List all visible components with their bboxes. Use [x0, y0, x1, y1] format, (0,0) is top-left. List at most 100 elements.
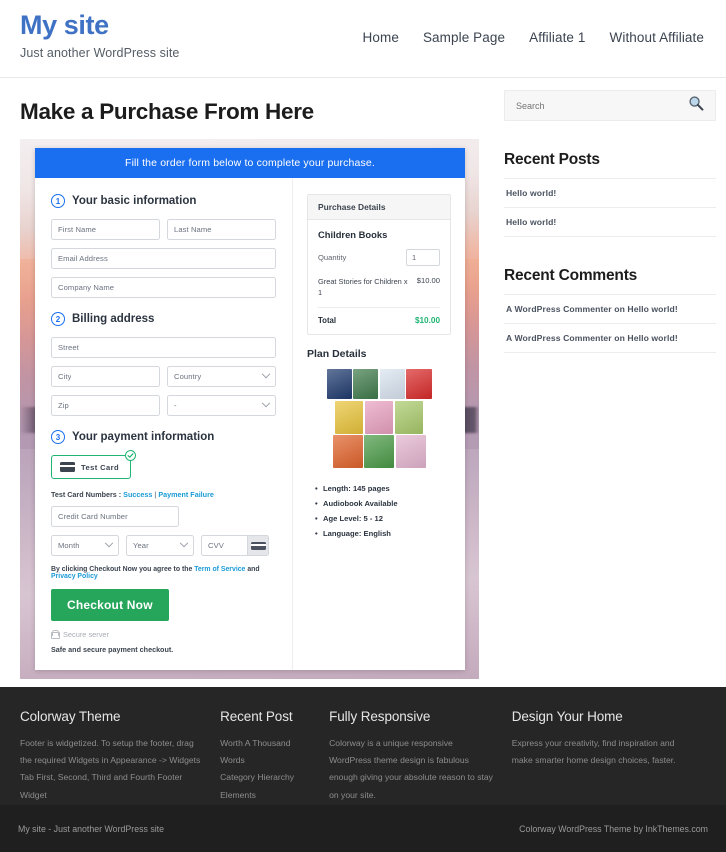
year-value: Year [133, 541, 149, 550]
footer-post-item[interactable]: Worth A Thousand Words [220, 735, 313, 769]
safe-checkout-note: Safe and secure payment checkout. [51, 645, 174, 654]
total-amount: $10.00 [414, 316, 440, 326]
line-item-description: Great Stories for Children x 1 [318, 277, 408, 298]
recent-comments-list: A WordPress Commenter on Hello world! A … [504, 294, 716, 353]
quantity-input[interactable]: 1 [406, 249, 440, 266]
city-country-row: City Country [51, 366, 276, 387]
nav-item-without-affiliate[interactable]: Without Affiliate [610, 30, 705, 45]
step-2-title: Billing address [72, 313, 155, 325]
site-branding[interactable]: My site Just another WordPress site [20, 0, 179, 59]
search-input[interactable] [516, 100, 688, 111]
recent-posts-list: Hello world! Hello world! [504, 178, 716, 237]
line-item-row: Great Stories for Children x 1 $10.00 [318, 276, 440, 309]
secure-server-label: Secure server [63, 630, 110, 639]
street-placeholder: Street [58, 343, 79, 352]
nav-item-sample-page[interactable]: Sample Page [423, 30, 505, 45]
step-payment-information: 3 Your payment information [51, 430, 276, 444]
footer-widget-title: Recent Post [220, 709, 293, 724]
footer-widget-text: Footer is widgetized. To setup the foote… [20, 738, 201, 800]
chevron-down-icon [179, 538, 189, 547]
cvv-placeholder: CVV [208, 541, 224, 550]
book-cover [406, 369, 432, 400]
zip-field[interactable]: Zip [51, 395, 160, 416]
book-cover [326, 369, 352, 400]
purchase-details-box: Purchase Details Children Books Quantity… [307, 194, 451, 336]
footer-widget-design-your-home: Design Your Home Express your creativity… [512, 709, 706, 805]
first-name-field[interactable]: First Name [51, 219, 160, 240]
site-footer: Colorway Theme Footer is widgetized. To … [0, 687, 726, 805]
collage-row-1 [326, 369, 432, 400]
expiry-month-select[interactable]: Month [51, 535, 119, 556]
book-cover [395, 435, 426, 469]
last-name-field[interactable]: Last Name [167, 219, 276, 240]
recent-post-item[interactable]: Hello world! [504, 178, 716, 207]
success-link[interactable]: Success [123, 490, 152, 499]
step-1-title: Your basic information [72, 195, 197, 207]
purchase-details-pane: Purchase Details Children Books Quantity… [293, 178, 465, 670]
book-cover [332, 435, 363, 469]
site-title[interactable]: My site [20, 10, 179, 41]
country-select[interactable]: Country [167, 366, 276, 387]
footer-widget-text: Express your creativity, find inspiratio… [511, 738, 676, 766]
copyright-left: My site - Just another WordPress site [18, 823, 165, 834]
footer-widget-title: Colorway Theme [20, 709, 121, 724]
city-placeholder: City [58, 372, 72, 381]
nav-item-home[interactable]: Home [363, 30, 399, 45]
step-billing-address: 2 Billing address [51, 312, 276, 326]
lock-icon [51, 630, 60, 639]
payment-failure-link[interactable]: Payment Failure [158, 490, 214, 499]
term-of-service-link[interactable]: Term of Service [194, 566, 245, 573]
cvv-field[interactable]: CVV [201, 535, 269, 556]
footer-post-item[interactable]: Category Hierarchy [220, 769, 313, 786]
footer-widget-recent-post: Recent Post Worth A Thousand Words Categ… [220, 709, 329, 805]
quantity-row: Quantity 1 [318, 249, 440, 266]
cvv-card-icon [247, 536, 268, 555]
footer-widget-fully-responsive: Fully Responsive Colorway is a unique re… [329, 709, 512, 805]
footer-post-item[interactable]: Elements [220, 787, 313, 804]
test-card-option[interactable]: Test Card [51, 455, 132, 479]
expiry-year-select[interactable]: Year [126, 535, 194, 556]
step-2-number: 2 [51, 312, 65, 326]
main-content: Make a Purchase From Here Fill the order… [16, 78, 479, 679]
copyright-right[interactable]: Colorway WordPress Theme by InkThemes.co… [519, 824, 708, 834]
site-header: My site Just another WordPress site Home… [0, 0, 726, 78]
month-value: Month [58, 541, 80, 550]
recent-comment-item[interactable]: A WordPress Commenter on Hello world! [504, 323, 716, 353]
recent-comment-item[interactable]: A WordPress Commenter on Hello world! [504, 294, 716, 323]
primary-navigation: Home Sample Page Affiliate 1 Without Aff… [363, 0, 706, 45]
payment-method-wrapper: Test Card [51, 450, 137, 479]
email-field[interactable]: Email Address [51, 248, 276, 269]
plan-details-list: Length: 145 pages Audiobook Available Ag… [315, 482, 451, 542]
terms-agreement: By clicking Checkout Now you agree to th… [51, 566, 276, 580]
line-item-amount: $10.00 [416, 276, 440, 285]
collage-row-2 [327, 400, 432, 434]
collage-row-3 [327, 435, 432, 469]
credit-card-row: Credit Card Number [51, 506, 276, 527]
chevron-down-icon [104, 538, 114, 547]
plan-detail-item: Language: English [315, 527, 451, 542]
checkout-now-button[interactable]: Checkout Now [51, 589, 169, 621]
privacy-policy-link[interactable]: Privacy Policy [51, 573, 98, 580]
company-placeholder: Company Name [58, 283, 115, 292]
footer-widget-text: Colorway is a unique responsive WordPres… [329, 738, 493, 800]
recent-comments-title: Recent Comments [504, 267, 638, 284]
zip-placeholder: Zip [58, 401, 69, 410]
nav-item-affiliate-1[interactable]: Affiliate 1 [529, 30, 585, 45]
book-cover [394, 400, 424, 434]
total-label: Total [318, 316, 337, 326]
order-banner: Fill the order form below to complete yo… [35, 148, 465, 178]
company-field[interactable]: Company Name [51, 277, 276, 298]
city-field[interactable]: City [51, 366, 160, 387]
credit-card-number-field[interactable]: Credit Card Number [51, 506, 179, 527]
sidebar: Recent Posts Hello world! Hello world! R… [504, 78, 716, 679]
recent-post-item[interactable]: Hello world! [504, 207, 716, 237]
check-circle-icon [125, 450, 137, 461]
search-icon[interactable] [688, 95, 704, 116]
total-row: Total $10.00 [318, 308, 440, 325]
search-widget [504, 90, 716, 121]
purchase-details-header: Purchase Details [308, 195, 450, 220]
step-1-number: 1 [51, 194, 65, 208]
street-field[interactable]: Street [51, 337, 276, 358]
first-name-placeholder: First Name [58, 225, 97, 234]
state-select[interactable]: - [167, 395, 276, 416]
